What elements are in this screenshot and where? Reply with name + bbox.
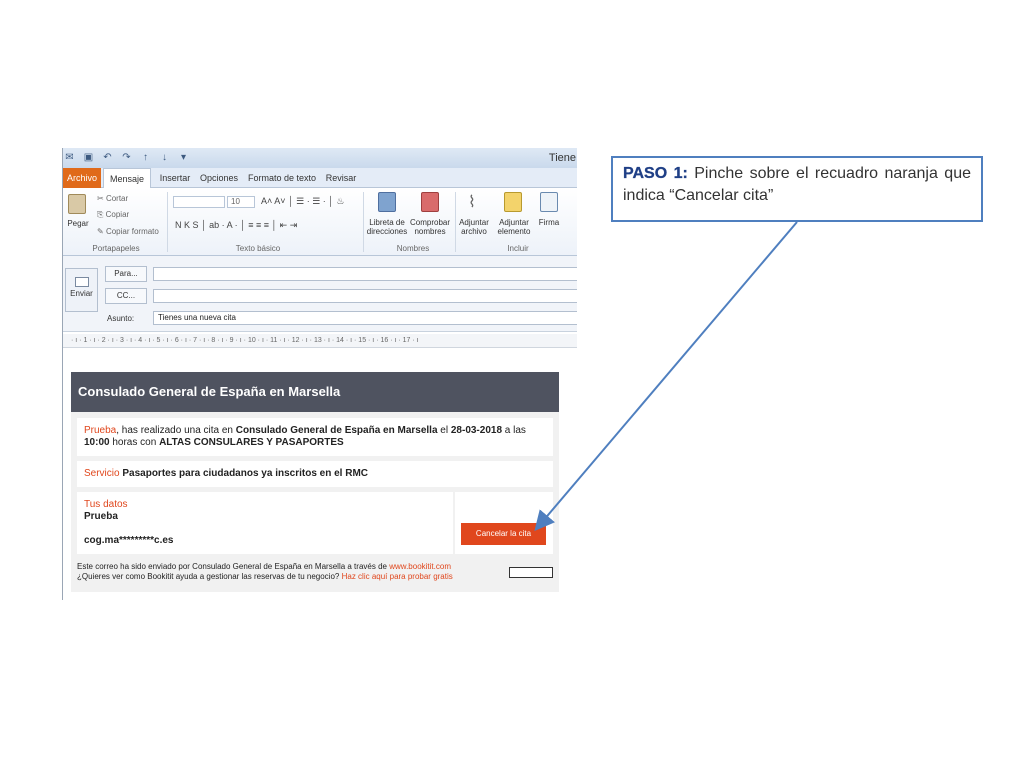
address-book-button[interactable]: Libreta de direcciones xyxy=(366,218,408,236)
to-button[interactable]: Para... xyxy=(105,266,147,282)
send-button[interactable]: Enviar xyxy=(65,268,98,312)
copy-label: Copiar xyxy=(105,210,130,219)
text-format-icons[interactable]: N K S │ ab · A · │ ≡ ≡ ≡ │ ⇤ ⇥ xyxy=(175,220,297,231)
title-bar: ✉ ▣ ↶ ↷ ↑ ↓ ▾ Tiene xyxy=(63,148,577,168)
appointment-name: Prueba xyxy=(84,425,117,436)
outlook-icon: ✉ xyxy=(65,152,74,163)
quick-access-toolbar: ✉ ▣ ↶ ↷ ↑ ↓ ▾ xyxy=(63,151,190,165)
group-label-texto-basico: Texto básico xyxy=(235,244,281,253)
user-data-email: cog.ma*********c.es xyxy=(84,535,174,546)
user-data-card: Tus datos Prueba cog.ma*********c.es xyxy=(77,492,453,554)
redo-icon[interactable]: ↷ xyxy=(120,151,133,164)
appointment-time: 10:00 xyxy=(84,437,110,448)
try-free-link[interactable]: Haz clic aquí para probar gratis xyxy=(342,572,453,581)
outlook-compose-window: ✉ ▣ ↶ ↷ ↑ ↓ ▾ Tiene Archivo Mensaje Inse… xyxy=(62,148,577,600)
attach-file-button[interactable]: Adjuntar archivo xyxy=(457,218,491,236)
appointment-card: Prueba, has realizado una cita en Consul… xyxy=(77,418,553,456)
cancel-appointment-button[interactable]: Cancelar la cita xyxy=(461,523,546,545)
font-name-select[interactable] xyxy=(173,196,225,208)
cut-button[interactable]: ✂ Cortar xyxy=(97,194,128,203)
bookitit-link[interactable]: www.bookitit.com xyxy=(389,562,451,571)
save-icon[interactable]: ▣ xyxy=(82,151,95,164)
service-card: Servicio Pasaportes para ciudadanos ya i… xyxy=(77,461,553,487)
footer-text-2: ¿Quieres ver como Bookitit ayuda a gesti… xyxy=(77,572,342,581)
appointment-service: ALTAS CONSULARES Y PASAPORTES xyxy=(159,437,344,448)
format-painter-label: Copiar formato xyxy=(105,227,159,236)
paperclip-icon: ⌇ xyxy=(468,194,476,211)
window-title: Tiene xyxy=(548,152,576,164)
copy-button[interactable]: ⎘ Copiar xyxy=(97,210,129,220)
email-body: Consulado General de España en Marsella … xyxy=(71,372,559,592)
subject-label: Asunto: xyxy=(107,314,135,323)
tab-insertar[interactable]: Insertar xyxy=(155,168,195,188)
footer-logo-box xyxy=(509,567,553,578)
up-arrow-icon[interactable]: ↑ xyxy=(139,151,152,164)
group-label-incluir: Incluir xyxy=(507,244,529,253)
appointment-text-1: , has realizado una cita en xyxy=(116,425,236,436)
address-book-icon xyxy=(378,192,396,212)
brush-icon: ✎ xyxy=(97,227,106,236)
user-data-name: Prueba xyxy=(84,511,118,522)
footer-text-1: Este correo ha sido enviado por Consulad… xyxy=(77,562,390,571)
cc-field[interactable] xyxy=(153,289,577,303)
appointment-text-4: horas con xyxy=(109,437,160,448)
group-label-nombres: Nombres xyxy=(396,244,430,253)
compose-header: Enviar Para... CC... Tienes una nueva ci… xyxy=(63,256,577,332)
tab-revisar[interactable]: Revisar xyxy=(323,168,359,188)
paste-icon xyxy=(68,194,86,214)
format-painter-button[interactable]: ✎ Copiar formato xyxy=(97,227,159,236)
appointment-date: 28-03-2018 xyxy=(450,425,503,436)
step-label: PASO 1: xyxy=(623,165,688,182)
cc-button[interactable]: CC... xyxy=(105,288,147,304)
email-footer: Este correo ha sido enviado por Consulad… xyxy=(77,562,453,582)
attach-item-button[interactable]: Adjuntar elemento xyxy=(493,218,535,236)
subject-field[interactable]: Tienes una nueva cita xyxy=(153,311,577,325)
service-value: Pasaportes para ciudadanos ya inscritos … xyxy=(122,468,368,479)
to-field[interactable] xyxy=(153,267,577,281)
attach-item-icon xyxy=(504,192,522,212)
scissors-icon: ✂ xyxy=(97,194,106,203)
email-header: Consulado General de España en Marsella xyxy=(71,372,559,412)
service-label: Servicio xyxy=(84,468,120,479)
appointment-consulate: Consulado General de España en Marsella xyxy=(235,425,438,436)
instruction-callout: PASO 1: Pinche sobre el recuadro naranja… xyxy=(611,156,983,222)
font-grow-shrink-icons[interactable]: A˄ A˅ │ ☰ · ☰ · │ ♨ xyxy=(261,196,344,207)
ribbon-tabs: Archivo Mensaje Insertar Opciones Format… xyxy=(63,168,577,189)
ruler: · ı · 1 · ı · 2 · ı · 3 · ı · 4 · ı · 5 … xyxy=(63,334,577,348)
send-label: Enviar xyxy=(70,289,93,298)
check-names-icon xyxy=(421,192,439,212)
customize-icon[interactable]: ▾ xyxy=(177,151,190,164)
paste-button[interactable]: Pegar xyxy=(65,219,91,228)
tab-mensaje[interactable]: Mensaje xyxy=(103,168,151,189)
appointment-text-2: el xyxy=(437,425,451,436)
user-data-title: Tus datos xyxy=(84,499,128,510)
signature-icon xyxy=(540,192,558,212)
signature-button[interactable]: Firma xyxy=(535,218,563,227)
tab-opciones[interactable]: Opciones xyxy=(199,168,239,188)
ribbon: Pegar ✂ Cortar ⎘ Copiar ✎ Copiar formato… xyxy=(63,188,577,256)
tab-formato-de-texto[interactable]: Formato de texto xyxy=(247,168,317,188)
cut-label: Cortar xyxy=(105,194,129,203)
ribbon-separator xyxy=(363,192,364,252)
copy-icon: ⎘ xyxy=(97,210,106,219)
group-label-portapapeles: Portapapeles xyxy=(92,244,140,253)
appointment-text-3: a las xyxy=(502,425,526,436)
down-arrow-icon[interactable]: ↓ xyxy=(158,151,171,164)
send-envelope-icon xyxy=(74,277,89,287)
check-names-button[interactable]: Comprobar nombres xyxy=(409,218,451,236)
ribbon-separator xyxy=(455,192,456,252)
ribbon-separator xyxy=(167,192,168,252)
undo-icon[interactable]: ↶ xyxy=(101,151,114,164)
font-size-select[interactable]: 10 xyxy=(227,196,255,208)
tab-archivo[interactable]: Archivo xyxy=(63,168,101,188)
